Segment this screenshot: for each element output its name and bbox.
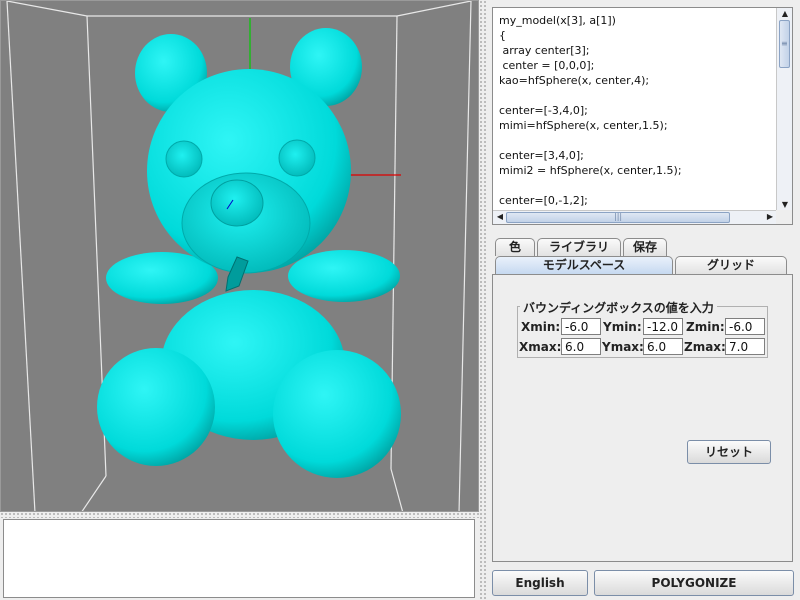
code-line[interactable]: mimi=hfSphere(x, center,1.5); <box>499 118 777 133</box>
scroll-corner <box>776 210 792 224</box>
vertical-scroll-thumb[interactable]: ≡ <box>779 20 790 68</box>
code-line[interactable]: center=[3,4,0]; <box>499 148 777 163</box>
zmin-field[interactable] <box>725 318 765 335</box>
scroll-down-arrow-icon[interactable]: ▼ <box>778 200 792 210</box>
scroll-up-arrow-icon[interactable]: ▲ <box>778 9 792 19</box>
code-line[interactable]: { <box>499 28 777 43</box>
code-line[interactable] <box>499 178 777 193</box>
xmin-field[interactable] <box>561 318 601 335</box>
english-button[interactable]: English <box>492 570 588 596</box>
code-line[interactable] <box>499 133 777 148</box>
polygonize-button[interactable]: POLYGONIZE <box>594 570 794 596</box>
horizontal-scroll-thumb[interactable]: ||| <box>506 212 730 223</box>
code-line[interactable]: array center[3]; <box>499 43 777 58</box>
ymax-label: Ymax: <box>602 340 644 354</box>
horizontal-splitter[interactable] <box>0 512 479 518</box>
teddy-bear-model <box>6 1 472 511</box>
vertical-splitter[interactable] <box>479 0 487 600</box>
xmax-field[interactable] <box>561 338 601 355</box>
code-line[interactable]: center = [0,0,0]; <box>499 58 777 73</box>
code-text[interactable]: my_model(x[3], a[1]){ array center[3]; c… <box>493 8 777 211</box>
ymin-field[interactable] <box>643 318 683 335</box>
scroll-left-arrow-icon[interactable]: ◀ <box>493 212 507 222</box>
xmin-label: Xmin: <box>521 320 561 334</box>
code-line[interactable]: center=[-3,4,0]; <box>499 103 777 118</box>
code-line[interactable]: kao=hfSphere(x, center,4); <box>499 73 777 88</box>
bounding-box-title: バウンディングボックスの値を入力 <box>520 299 717 316</box>
3d-viewport[interactable] <box>0 0 479 512</box>
tab-grid[interactable]: グリッド <box>675 256 787 274</box>
code-line[interactable]: mimi2 = hfSphere(x, center,1.5); <box>499 163 777 178</box>
code-line[interactable] <box>499 88 777 103</box>
vertical-scrollbar[interactable]: ▲ ≡ ▼ <box>776 8 792 211</box>
zmax-label: Zmax: <box>684 340 726 354</box>
ymin-label: Ymin: <box>603 320 642 334</box>
bear <box>97 28 401 478</box>
horizontal-scrollbar[interactable]: ◀ ||| ▶ <box>493 210 777 224</box>
zmax-field[interactable] <box>725 338 765 355</box>
code-editor[interactable]: my_model(x[3], a[1]){ array center[3]; c… <box>492 7 793 225</box>
tab-save[interactable]: 保存 <box>623 238 667 256</box>
xmax-label: Xmax: <box>519 340 562 354</box>
tab-library[interactable]: ライブラリ <box>537 238 621 256</box>
ymax-field[interactable] <box>643 338 683 355</box>
reset-button[interactable]: リセット <box>687 440 771 464</box>
zmin-label: Zmin: <box>686 320 725 334</box>
tab-model-space[interactable]: モデルスペース <box>495 256 673 274</box>
code-line[interactable]: center=[0,-1,2]; <box>499 193 777 208</box>
scroll-right-arrow-icon[interactable]: ▶ <box>763 212 777 222</box>
tab-color[interactable]: 色 <box>495 238 535 256</box>
code-line[interactable]: my_model(x[3], a[1]) <box>499 13 777 28</box>
output-console[interactable] <box>3 519 475 598</box>
